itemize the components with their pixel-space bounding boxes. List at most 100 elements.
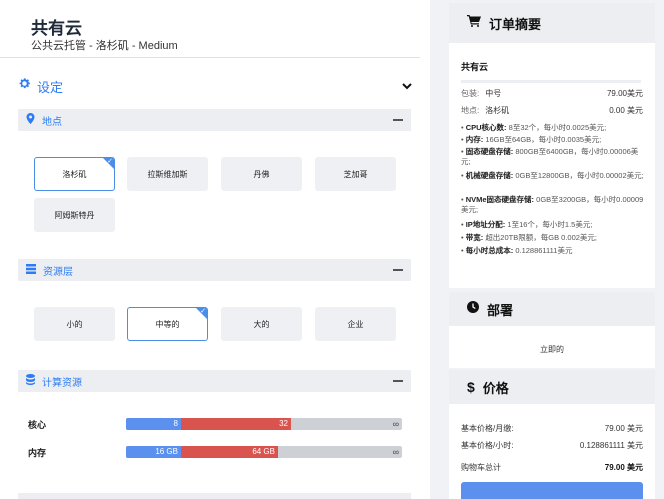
monthly-label: 基本价格/月缴: [461,424,514,433]
memory-max-segment[interactable]: 64 GB [181,446,278,458]
shopping-cart-icon [467,14,481,32]
option-label: 洛杉矶 [62,169,87,179]
option-label: 企业 [347,319,364,329]
total-value: 79.00 美元 [604,463,643,472]
tier-option-large[interactable]: 大的 [221,307,302,341]
check-icon: ✓ [200,308,206,315]
header-divider [0,57,420,58]
core-infinity-label: ∞ [392,419,399,429]
tier-option-enterprise[interactable]: 企业 [315,307,396,341]
clock-icon [467,300,479,318]
tier-option-medium[interactable]: 中等的 ✓ [127,307,208,341]
option-label: 阿姆斯特丹 [54,210,95,220]
location-value: 洛杉矶 [485,106,510,115]
product-subtitle: 公共云托管 - 洛杉矶 - Medium [31,40,178,52]
order-summary-card: 订单摘要 共有云 包装: 中号 79.00美元 地点: 洛杉矶 0.00 美元 … [449,3,655,288]
location-label: 地点: [461,106,480,115]
summary-spec-item: • 固态硬盘存储: 800GB至6400GB，每小时0.00006美元; [461,147,645,167]
chevron-down-icon[interactable] [402,77,412,95]
spec-label: CPU核心数: [465,123,507,132]
option-label: 大的 [253,319,270,329]
spec-value: 16GB至64GB，每小时0.0035美元; [485,135,602,144]
hourly-label: 基本价格/小时: [461,441,514,450]
memory-min-segment[interactable]: 16 GB [126,446,181,458]
location-option-denver[interactable]: 丹佛 [221,157,302,191]
compute-section-header[interactable]: 计算资源 [18,370,411,392]
package-price: 79.00美元 [606,89,643,98]
database-icon [26,372,35,390]
spec-value: 0GB至12800GB，每小时0.00002美元; [515,171,644,180]
package-label: 包装: [461,89,480,98]
spec-label: 每小时总成本: [465,246,514,255]
option-label: 小的 [66,319,83,329]
spec-label: 机械硬盘存储: [465,171,514,180]
location-option-chicago[interactable]: 芝加哥 [315,157,396,191]
deploy-value: 立即的 [540,345,564,354]
tier-option-small[interactable]: 小的 [34,307,115,341]
price-hourly-row: 基本价格/小时: 0.128861111 美元 [461,440,643,451]
summary-spec-item: • 机械硬盘存储: 0GB至12800GB，每小时0.00002美元; [461,171,645,181]
check-icon: ✓ [107,158,113,165]
location-section-title: 地点 [42,116,62,128]
package-value: 中号 [485,89,502,98]
location-option-los-angeles[interactable]: 洛杉矶 ✓ [34,157,115,191]
server-icon [26,261,36,279]
summary-product-name: 共有云 [461,62,489,72]
spec-value: 1至16个，每小时1.5美元; [507,220,593,229]
deploy-header: 部署 [449,292,655,326]
tier-section-header[interactable]: 资源层 [18,259,411,281]
dollar-icon: $ [467,379,475,395]
summary-spec-item: • 带宽: 超出20TB限额，每GB 0.002美元; [461,233,645,243]
location-option-amsterdam[interactable]: 阿姆斯特丹 [34,198,115,232]
memory-range-bar[interactable]: 16 GB 64 GB ∞ [126,446,402,458]
deploy-title: 部署 [487,302,514,318]
settings-title: 设定 [37,79,64,95]
summary-package-row: 包装: 中号 79.00美元 [461,88,643,99]
price-header: $ 价格 [449,370,655,404]
total-label: 购物车总计 [461,463,501,472]
collapse-icon[interactable] [393,269,403,271]
location-price: 0.00 美元 [609,106,643,115]
option-label: 丹佛 [253,169,270,179]
location-option-las-vegas[interactable]: 拉斯维加斯 [127,157,208,191]
price-title: 价格 [482,380,509,396]
option-label: 中等的 [155,319,180,329]
spec-label: 固态硬盘存储: [465,147,514,156]
summary-spec-item: • CPU核心数: 8至32个，每小时0.0025美元; [461,123,645,133]
price-monthly-row: 基本价格/月缴: 79.00 美元 [461,423,643,434]
spec-label: 带宽: [465,233,484,242]
memory-infinity-label: ∞ [392,447,399,457]
option-label: 拉斯维加斯 [147,169,188,179]
core-max-segment[interactable]: 32 [181,418,291,430]
spec-label: IP地址分配: [465,220,506,229]
summary-spec-item: • NVMe固态硬盘存储: 0GB至3200GB，每小时0.00009美元; [461,195,645,215]
memory-label: 内存 [28,448,47,458]
order-summary-header: 订单摘要 [449,3,655,43]
map-pin-icon [26,111,35,129]
next-section-header[interactable] [18,493,411,499]
deploy-card: 部署 立即的 [449,292,655,368]
spec-value: 0.128861111美元 [515,246,573,255]
spec-value: 超出20TB限额，每GB 0.002美元; [485,233,598,242]
spec-value: 8至32个，每小时0.0025美元; [508,123,607,132]
gear-icon [18,77,31,95]
deploy-body: 立即的 [449,326,655,368]
collapse-icon[interactable] [393,119,403,121]
spec-label: NVMe固态硬盘存储: [465,195,535,204]
core-range-bar[interactable]: 8 32 ∞ [126,418,402,430]
configuration-panel: 共有云 公共云托管 - 洛杉矶 - Medium 设定 地点 洛杉矶 ✓ 拉斯维… [0,0,430,499]
compute-section-title: 计算资源 [42,377,82,389]
summary-location-row: 地点: 洛杉矶 0.00 美元 [461,105,643,116]
summary-spec-item: • 内存: 16GB至64GB，每小时0.0035美元; [461,135,645,145]
hourly-value: 0.128861111 美元 [579,441,643,450]
option-label: 芝加哥 [343,169,368,179]
summary-divider [461,80,641,83]
location-section-header[interactable]: 地点 [18,109,411,131]
price-card: $ 价格 基本价格/月缴: 79.00 美元 基本价格/小时: 0.128861… [449,370,655,499]
checkout-button[interactable] [461,482,643,499]
tier-section-title: 资源层 [43,266,73,278]
core-label: 核心 [28,420,47,430]
core-min-segment[interactable]: 8 [126,418,181,430]
collapse-icon[interactable] [393,380,403,382]
settings-header[interactable]: 设定 [18,76,412,96]
